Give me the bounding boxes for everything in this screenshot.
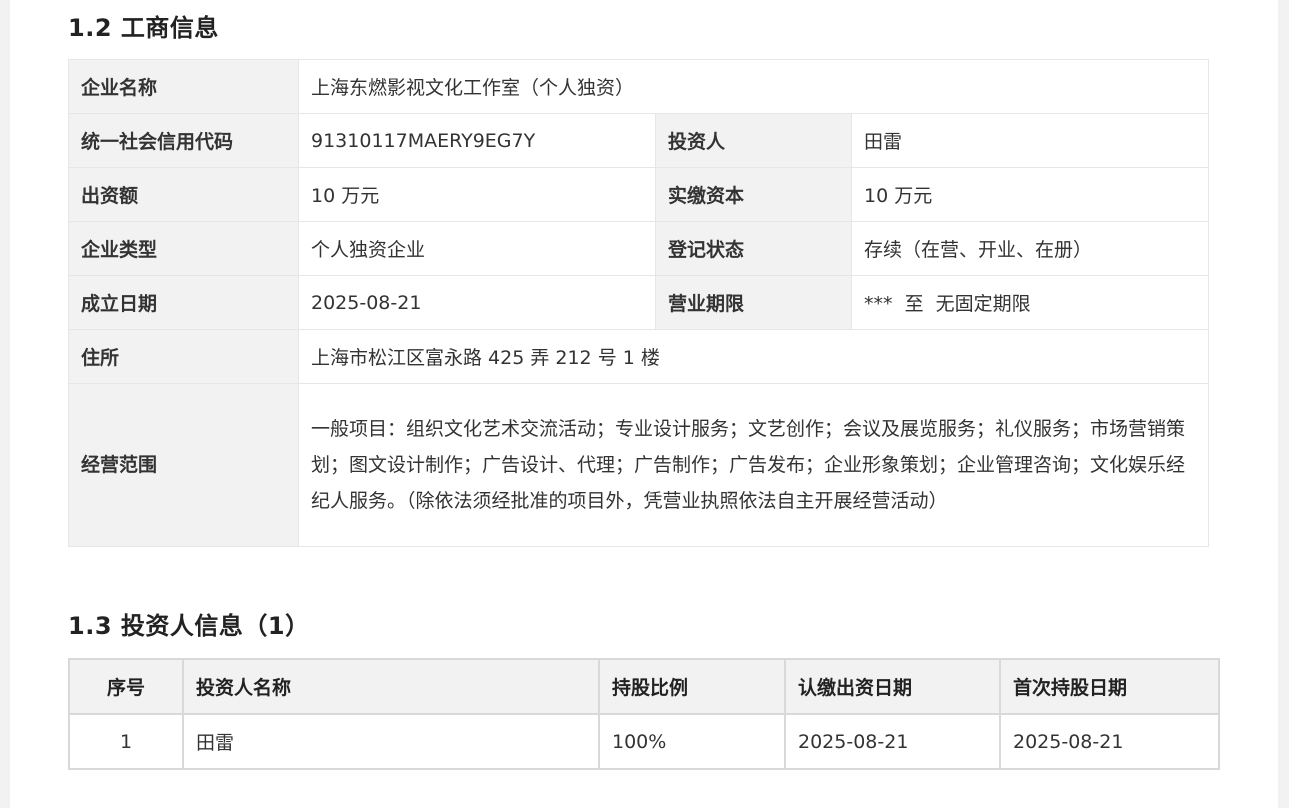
value-found-date: 2025-08-21 xyxy=(298,275,656,330)
header-investor-name: 投资人名称 xyxy=(182,658,600,715)
value-paid-capital: 10 万元 xyxy=(850,167,1210,222)
label-company-type: 企业类型 xyxy=(68,221,299,276)
label-address: 住所 xyxy=(68,329,299,384)
value-investor: 田雷 xyxy=(850,113,1210,168)
value-company-name: 上海东燃影视文化工作室（个人独资） xyxy=(297,59,1210,114)
label-company-name: 企业名称 xyxy=(68,59,299,114)
header-share-ratio: 持股比例 xyxy=(598,658,786,715)
row-credit-code: 统一社会信用代码 91310117MAERY9EG7Y 投资人 田雷 xyxy=(68,113,1210,168)
table-row: 1 田雷 100% 2025-08-21 2025-08-21 xyxy=(68,713,1220,770)
label-business-scope: 经营范围 xyxy=(68,383,299,547)
business-info-table: 企业名称 上海东燃影视文化工作室（个人独资） 统一社会信用代码 91310117… xyxy=(68,59,1210,547)
value-business-scope: 一般项目：组织文化艺术交流活动；专业设计服务；文艺创作；会议及展览服务；礼仪服务… xyxy=(297,383,1210,547)
cell-share-ratio: 100% xyxy=(598,713,786,770)
header-first-hold-date: 首次持股日期 xyxy=(999,658,1220,715)
section-title-investor-info: 1.3 投资人信息（1） xyxy=(68,612,310,640)
row-company-name: 企业名称 上海东燃影视文化工作室（个人独资） xyxy=(68,59,1210,114)
investor-table-header: 序号 投资人名称 持股比例 认缴出资日期 首次持股日期 xyxy=(68,658,1220,715)
row-address: 住所 上海市松江区富永路 425 弄 212 号 1 楼 xyxy=(68,329,1210,384)
row-business-scope: 经营范围 一般项目：组织文化艺术交流活动；专业设计服务；文艺创作；会议及展览服务… xyxy=(68,383,1210,547)
label-reg-status: 登记状态 xyxy=(655,221,852,276)
label-capital: 出资额 xyxy=(68,167,299,222)
value-term: *** 至 无固定期限 xyxy=(850,275,1210,330)
value-capital: 10 万元 xyxy=(298,167,656,222)
header-subscribe-date: 认缴出资日期 xyxy=(784,658,1001,715)
cell-subscribe-date: 2025-08-21 xyxy=(784,713,1001,770)
section-title-business-info: 1.2 工商信息 xyxy=(68,14,219,42)
label-found-date: 成立日期 xyxy=(68,275,299,330)
report-page: 1.2 工商信息 企业名称 上海东燃影视文化工作室（个人独资） 统一社会信用代码… xyxy=(10,0,1278,808)
value-reg-status: 存续（在营、开业、在册） xyxy=(850,221,1210,276)
label-paid-capital: 实缴资本 xyxy=(655,167,852,222)
row-found-date: 成立日期 2025-08-21 营业期限 *** 至 无固定期限 xyxy=(68,275,1210,330)
label-term: 营业期限 xyxy=(655,275,852,330)
value-address: 上海市松江区富永路 425 弄 212 号 1 楼 xyxy=(297,329,1210,384)
label-investor: 投资人 xyxy=(655,113,852,168)
row-company-type: 企业类型 个人独资企业 登记状态 存续（在营、开业、在册） xyxy=(68,221,1210,276)
investor-table: 序号 投资人名称 持股比例 认缴出资日期 首次持股日期 1 田雷 100% 20… xyxy=(68,658,1220,770)
value-company-type: 个人独资企业 xyxy=(298,221,656,276)
row-capital: 出资额 10 万元 实缴资本 10 万元 xyxy=(68,167,1210,222)
cell-investor-name: 田雷 xyxy=(182,713,600,770)
header-index: 序号 xyxy=(68,658,184,715)
label-credit-code: 统一社会信用代码 xyxy=(68,113,299,168)
cell-first-hold-date: 2025-08-21 xyxy=(999,713,1220,770)
cell-index: 1 xyxy=(68,713,184,770)
value-credit-code: 91310117MAERY9EG7Y xyxy=(298,113,656,168)
